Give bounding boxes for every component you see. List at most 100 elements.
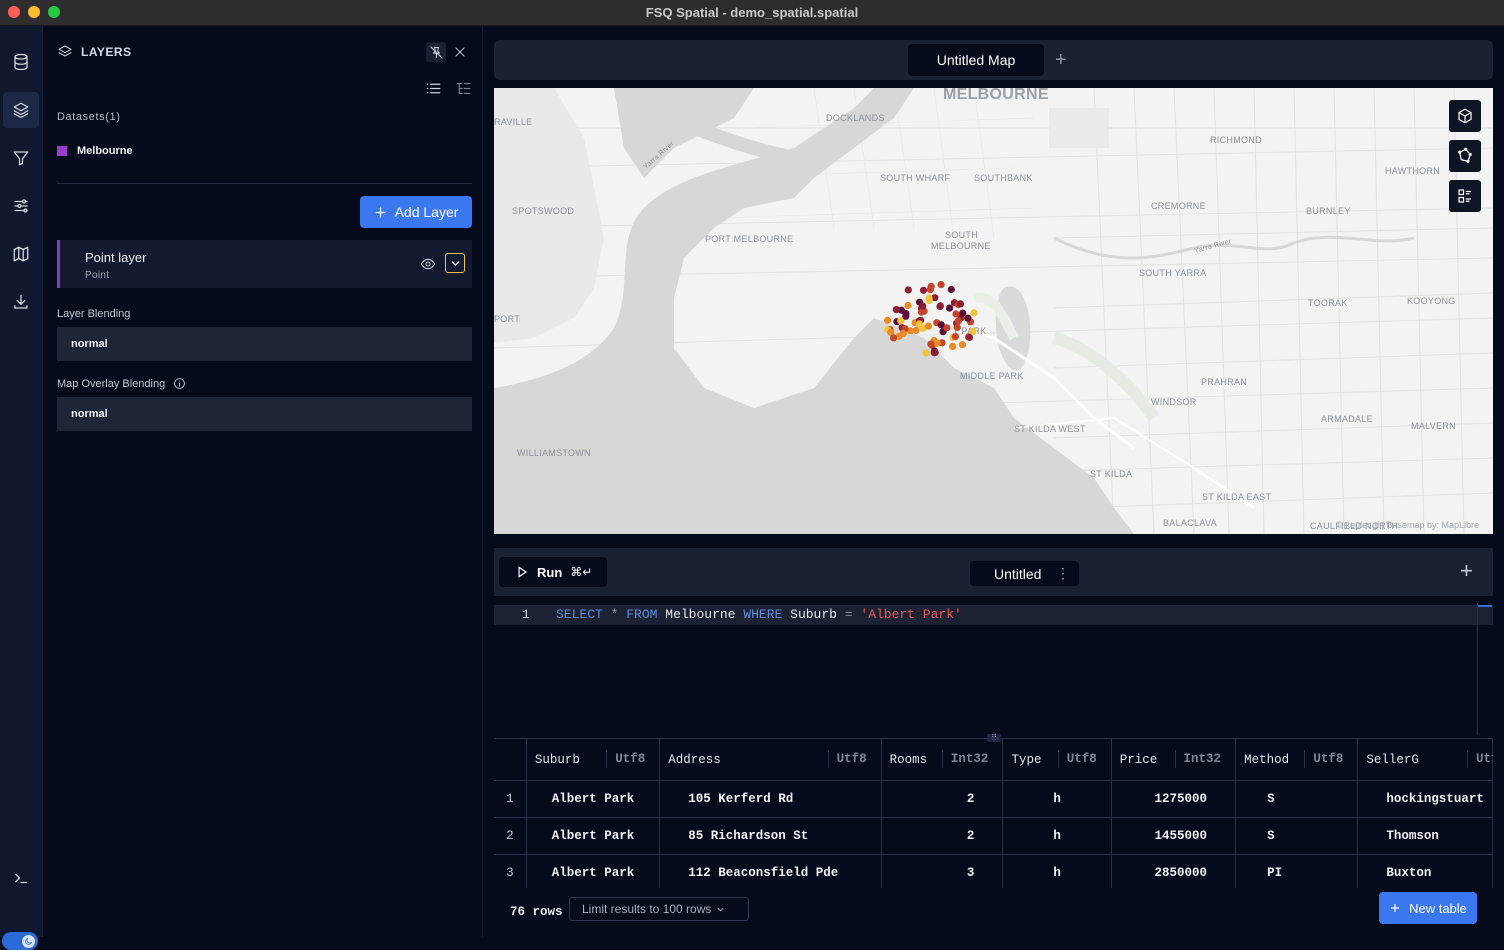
limit-label: Limit results to 100 rows — [582, 902, 712, 916]
expand-layer-button[interactable] — [445, 253, 465, 273]
layers-panel: LAYERS Datasets(1) Melbourne Add Layer P… — [43, 26, 483, 937]
map-point[interactable] — [922, 349, 930, 357]
layer-blending-select[interactable]: normal — [57, 327, 472, 361]
pin-off-button[interactable] — [426, 42, 446, 62]
table-row[interactable]: 2 Albert Park 85 Richardson St 2 h 14550… — [494, 817, 1493, 855]
limit-select[interactable]: Limit results to 100 rows — [569, 897, 749, 921]
draw-button[interactable] — [1449, 140, 1481, 172]
query-pane: Run ⌘↵ Untitled ⋮ + 1 SELECT * FROM Melb… — [494, 548, 1493, 937]
window-title: FSQ Spatial - demo_spatial.spatial — [645, 5, 859, 20]
map-point[interactable] — [953, 323, 961, 331]
info-icon[interactable] — [173, 377, 186, 390]
pin-off-icon — [429, 45, 443, 59]
map-point[interactable] — [912, 326, 920, 335]
map-point[interactable] — [954, 317, 962, 325]
map-point[interactable] — [947, 285, 955, 294]
column-header[interactable]: SellerGUtf8 — [1357, 738, 1493, 781]
more-icon[interactable]: ⋮ — [1056, 565, 1070, 582]
dataset-item[interactable]: Melbourne — [57, 145, 133, 157]
map-point[interactable] — [927, 340, 935, 348]
3d-view-button[interactable] — [1449, 100, 1481, 132]
map-point[interactable] — [917, 308, 926, 316]
legend-button[interactable] — [1449, 180, 1481, 212]
map-point[interactable] — [899, 329, 907, 338]
map-point[interactable] — [915, 320, 923, 328]
layers-icon[interactable] — [3, 92, 39, 128]
filter-icon[interactable] — [3, 140, 39, 176]
map-point[interactable] — [949, 342, 957, 350]
close-panel-button[interactable] — [450, 42, 470, 62]
list-icon — [426, 83, 440, 93]
add-query-button[interactable]: + — [1460, 558, 1473, 584]
map-view[interactable]: MELBOURNE DOCKLANDS RICHMOND HAWTHORN RA… — [494, 88, 1493, 534]
column-header[interactable]: Address Utf8 — [659, 738, 882, 781]
column-header[interactable]: Rooms Int32 — [881, 738, 1004, 781]
tree-view-button[interactable] — [453, 78, 473, 98]
map-point[interactable] — [919, 302, 927, 310]
map-point[interactable] — [970, 309, 978, 317]
map-point[interactable] — [959, 309, 967, 317]
table-header-row: Suburb Utf8 Address Utf8 Rooms Int32 Type Ut… — [494, 738, 1493, 781]
column-header[interactable]: Method Utf8 — [1235, 738, 1359, 781]
map-point[interactable] — [931, 348, 939, 357]
table-row[interactable]: 1 Albert Park 105 Kerferd Rd 2 h 1275000… — [494, 780, 1493, 818]
map-point[interactable] — [946, 304, 954, 312]
list-view-button[interactable] — [423, 78, 443, 98]
window-titlebar: FSQ Spatial - demo_spatial.spatial — [0, 0, 1504, 26]
eye-icon[interactable] — [420, 256, 436, 277]
new-table-button[interactable]: New table — [1379, 892, 1477, 924]
map-point[interactable] — [937, 281, 945, 289]
layer-card[interactable]: Point layer Point — [57, 240, 472, 288]
map-point[interactable] — [965, 333, 974, 342]
line-number: 1 — [522, 607, 530, 622]
map-point[interactable] — [956, 300, 965, 308]
overlay-blending-select[interactable]: normal — [57, 397, 472, 431]
add-layer-button[interactable]: Add Layer — [360, 196, 472, 228]
add-map-button[interactable]: + — [1055, 49, 1067, 72]
query-tab-label: Untitled — [994, 565, 1042, 582]
column-header[interactable]: Type Utf8 — [1002, 738, 1112, 781]
cube-icon — [1458, 108, 1472, 124]
query-tab[interactable]: Untitled ⋮ — [970, 561, 1079, 586]
add-layer-label: Add Layer — [394, 204, 459, 220]
map-point[interactable] — [964, 314, 972, 322]
map-point[interactable] — [925, 294, 933, 302]
map-tab[interactable]: Untitled Map — [908, 44, 1044, 76]
run-label: Run — [537, 564, 563, 580]
map-point[interactable] — [904, 301, 912, 310]
run-button[interactable]: Run ⌘↵ — [499, 557, 607, 587]
map-point[interactable] — [884, 316, 892, 324]
database-icon[interactable] — [3, 44, 39, 80]
column-header[interactable]: Price Int32 — [1111, 738, 1237, 781]
map-attribution: © kepler.gl | Basemap by: MapLibre — [1336, 520, 1479, 530]
editor-scrollbar[interactable] — [1477, 603, 1492, 735]
map-point[interactable] — [902, 312, 910, 320]
sql-code[interactable]: SELECT * FROM Melbourne WHERE Suburb = '… — [556, 607, 962, 622]
theme-toggle[interactable] — [2, 932, 38, 950]
table-row[interactable]: 3 Albert Park 112 Beaconsfield Pde 3 h 2… — [494, 854, 1493, 888]
map-point[interactable] — [951, 333, 959, 341]
close-icon — [455, 47, 465, 57]
sql-editor[interactable]: 1 SELECT * FROM Melbourne WHERE Suburb =… — [494, 603, 1493, 735]
map-point[interactable] — [927, 282, 935, 290]
map-point[interactable] — [969, 327, 977, 335]
map-point[interactable] — [958, 341, 967, 349]
query-toolbar: Run ⌘↵ Untitled ⋮ + — [494, 548, 1493, 596]
results-table: Suburb Utf8 Address Utf8 Rooms Int32 Type Ut… — [494, 738, 1493, 888]
map-point[interactable] — [936, 302, 944, 310]
map-point[interactable] — [890, 334, 898, 342]
map-point[interactable] — [904, 286, 912, 294]
download-icon[interactable] — [3, 284, 39, 320]
terminal-icon[interactable] — [3, 860, 39, 896]
map-point[interactable] — [943, 324, 951, 332]
map-point[interactable] — [952, 310, 960, 318]
map-tab-bar: Untitled Map + — [494, 40, 1493, 80]
map-point[interactable] — [924, 322, 932, 330]
chevron-down-icon — [451, 260, 459, 266]
map-point[interactable] — [892, 306, 900, 314]
map-icon[interactable] — [3, 236, 39, 272]
sliders-icon[interactable] — [3, 188, 39, 224]
dataset-color-swatch — [57, 146, 67, 156]
column-header[interactable]: Suburb Utf8 — [526, 738, 661, 781]
map-point[interactable] — [919, 286, 928, 294]
